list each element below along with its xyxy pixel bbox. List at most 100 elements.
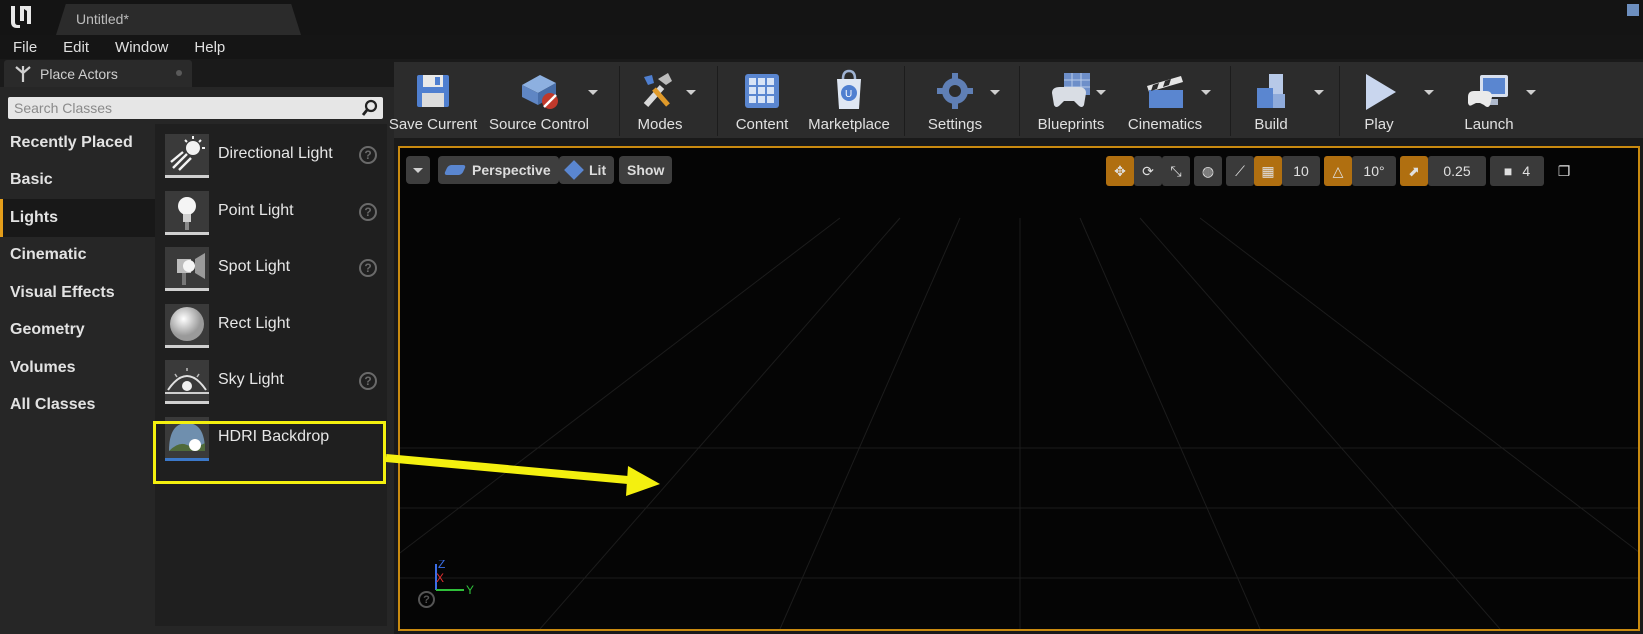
lit-button[interactable]: Lit (559, 156, 615, 184)
list-item[interactable]: Directional Light ? (155, 126, 387, 183)
settings-button[interactable]: Settings (912, 62, 998, 138)
rotate-mode-icon[interactable]: ⟳ (1134, 156, 1162, 186)
marketplace-button[interactable]: U Marketplace (802, 62, 896, 138)
modes-button[interactable]: Modes (626, 62, 694, 138)
toolbar-separator (717, 66, 718, 136)
item-label: Spot Light (218, 258, 291, 275)
highlight-box (153, 421, 386, 484)
category-cinematic[interactable]: Cinematic (0, 237, 155, 275)
help-icon[interactable]: ? (359, 146, 377, 164)
show-label: Show (627, 162, 665, 178)
grid-snap-label: 10 (1293, 163, 1309, 179)
category-volumes[interactable]: Volumes (0, 349, 155, 387)
grid-snap-icon[interactable]: ▦ (1254, 156, 1282, 186)
source-control-dropdown-icon[interactable] (588, 90, 598, 95)
window-icon[interactable] (1627, 4, 1639, 16)
level-viewport[interactable]: Perspective Lit Show ✥ ⟳ ⤡ ◍ ⟋ ▦ 10 △ 10… (398, 146, 1640, 631)
maximize-viewport-icon[interactable]: ❐ (1552, 156, 1576, 186)
category-list: Recently Placed Basic Lights Cinematic V… (0, 124, 155, 424)
rect-light-icon (165, 304, 209, 348)
show-button[interactable]: Show (619, 156, 673, 184)
build-button[interactable]: Build (1237, 62, 1305, 138)
world-local-icon[interactable]: ◍ (1194, 156, 1222, 186)
content-label: Content (735, 116, 789, 133)
modes-dropdown-icon[interactable] (686, 90, 696, 95)
rotation-snap-value[interactable]: 10° (1352, 156, 1396, 186)
spot-light-icon (165, 247, 209, 291)
blueprints-dropdown-icon[interactable] (1096, 90, 1106, 95)
cinematics-button[interactable]: Cinematics (1120, 62, 1210, 138)
clapperboard-icon (1142, 68, 1188, 114)
menu-window[interactable]: Window (102, 39, 181, 56)
camera-icon: ■ (1503, 163, 1513, 179)
save-current-label: Save Current (388, 116, 478, 133)
list-item[interactable]: Sky Light ? (155, 352, 387, 409)
rotation-snap-icon[interactable]: △ (1324, 156, 1352, 186)
menu-edit[interactable]: Edit (50, 39, 102, 56)
category-visual-effects[interactable]: Visual Effects (0, 274, 155, 312)
source-control-button[interactable]: Source Control (484, 62, 594, 138)
blueprints-button[interactable]: Blueprints (1026, 62, 1116, 138)
play-icon (1356, 68, 1402, 114)
viewport-grid (400, 217, 1638, 629)
surface-snap-icon[interactable]: ⟋ (1226, 156, 1254, 186)
cinematics-dropdown-icon[interactable] (1201, 90, 1211, 95)
category-recently-placed[interactable]: Recently Placed (0, 124, 155, 162)
search-input[interactable] (8, 97, 348, 119)
scale-snap-icon[interactable]: ⬈ (1400, 156, 1428, 186)
close-tab-icon[interactable] (176, 70, 182, 76)
lit-icon (564, 160, 584, 180)
camera-speed-button[interactable]: ■ 4 (1490, 156, 1544, 186)
search-box (8, 97, 383, 119)
toolbar-separator (619, 66, 620, 136)
unreal-logo-icon[interactable] (6, 2, 34, 32)
category-geometry[interactable]: Geometry (0, 312, 155, 350)
play-button[interactable]: Play (1346, 62, 1412, 138)
place-actors-tab[interactable]: Place Actors (4, 60, 192, 87)
build-dropdown-icon[interactable] (1314, 90, 1324, 95)
build-icon (1248, 68, 1294, 114)
main-toolbar: Save Current Source Control Modes Conten… (389, 60, 1643, 138)
save-current-button[interactable]: Save Current (388, 62, 478, 138)
toolbar-separator (1019, 66, 1020, 136)
sky-light-icon (165, 360, 209, 404)
category-lights[interactable]: Lights (0, 199, 155, 237)
svg-text:U: U (845, 89, 852, 100)
scale-snap-value[interactable]: 0.25 (1428, 156, 1486, 186)
help-icon[interactable]: ? (359, 203, 377, 221)
settings-label: Settings (927, 116, 983, 133)
title-bar: Untitled* (0, 0, 1643, 35)
list-item[interactable]: Point Light ? (155, 183, 387, 240)
launch-icon (1466, 68, 1512, 114)
perspective-button[interactable]: Perspective (438, 156, 559, 184)
viewport-help-icon[interactable]: ? (418, 591, 435, 608)
play-dropdown-icon[interactable] (1424, 90, 1434, 95)
menu-file[interactable]: File (0, 39, 50, 56)
camera-speed-label: 4 (1522, 163, 1531, 179)
category-basic[interactable]: Basic (0, 162, 155, 200)
item-label: Sky Light (218, 371, 284, 388)
list-item[interactable]: Rect Light (155, 296, 387, 353)
help-icon[interactable]: ? (359, 372, 377, 390)
settings-dropdown-icon[interactable] (990, 90, 1000, 95)
document-tab[interactable]: Untitled* (56, 4, 301, 35)
menu-help[interactable]: Help (181, 39, 238, 56)
launch-dropdown-icon[interactable] (1526, 90, 1536, 95)
item-label: Directional Light (218, 145, 333, 162)
blueprints-label: Blueprints (1037, 116, 1105, 133)
save-icon (410, 68, 456, 114)
place-actors-icon (12, 64, 34, 84)
perspective-label: Perspective (472, 162, 551, 178)
search-icon[interactable] (361, 99, 379, 122)
launch-button[interactable]: Launch (1444, 62, 1534, 138)
help-icon[interactable]: ? (359, 259, 377, 277)
scale-mode-icon[interactable]: ⤡ (1162, 156, 1190, 186)
category-all-classes[interactable]: All Classes (0, 387, 155, 425)
list-item[interactable]: Spot Light ? (155, 239, 387, 296)
viewport-options-button[interactable] (406, 156, 430, 184)
translate-mode-icon[interactable]: ✥ (1106, 156, 1134, 186)
content-button[interactable]: Content (724, 62, 800, 138)
grid-snap-value[interactable]: 10 (1282, 156, 1320, 186)
menu-bar: File Edit Window Help (0, 35, 1643, 59)
modes-icon (637, 68, 683, 114)
